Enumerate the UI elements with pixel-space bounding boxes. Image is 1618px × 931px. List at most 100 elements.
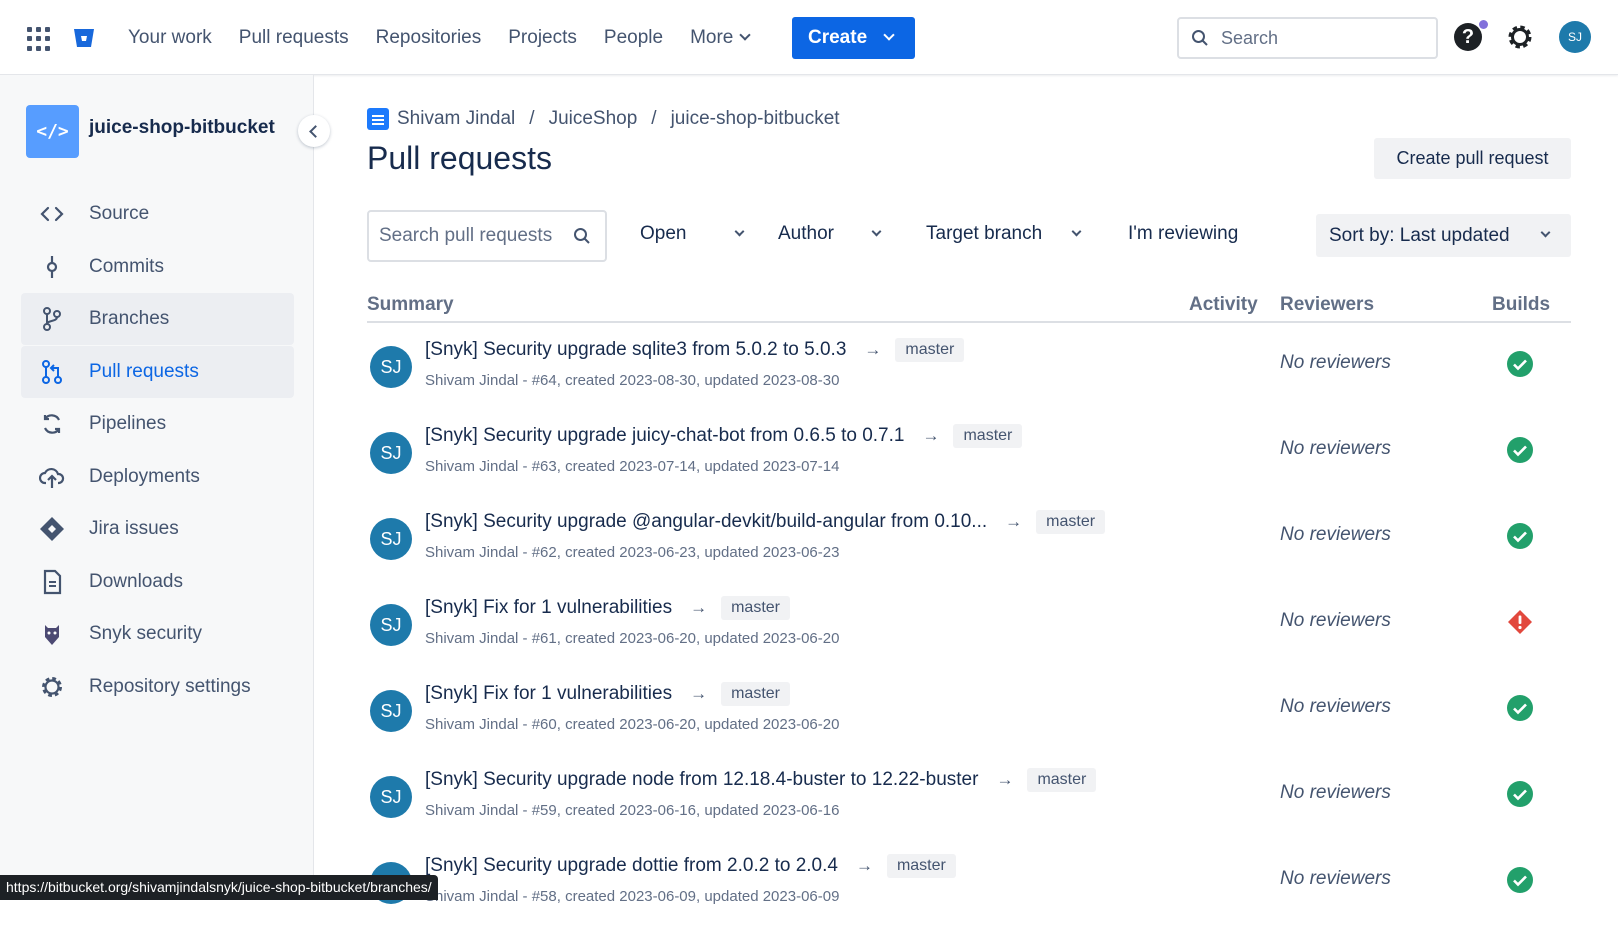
sidebar-item-snyk-security[interactable]: Snyk security: [21, 608, 294, 660]
chevron-down-icon: [1072, 226, 1082, 237]
jira-icon: [39, 516, 65, 542]
search-placeholder: Search pull requests: [379, 225, 553, 246]
pull-request-title[interactable]: [Snyk] Security upgrade dottie from 2.0.…: [425, 855, 838, 877]
sidebar-item-branches[interactable]: Branches: [21, 293, 294, 345]
collapse-sidebar-button[interactable]: [298, 115, 330, 147]
arrow-right-icon: →: [690, 598, 708, 617]
sidebar-item-jira-issues[interactable]: Jira issues: [21, 503, 294, 555]
arrow-right-icon: →: [996, 770, 1014, 789]
sidebar-item-label: Jira issues: [89, 518, 179, 539]
author-filter-label: Author: [778, 223, 834, 244]
global-search-input[interactable]: Search: [1177, 17, 1438, 59]
sidebar-item-source[interactable]: Source: [21, 188, 294, 240]
breadcrumb-workspace[interactable]: Shivam Jindal: [397, 108, 515, 130]
settings-gear-icon[interactable]: [1505, 22, 1535, 52]
pull-request-title[interactable]: [Snyk] Security upgrade @angular-devkit/…: [425, 511, 987, 533]
workspace-icon: [367, 108, 389, 130]
sidebar-item-downloads[interactable]: Downloads: [21, 556, 294, 608]
author-avatar[interactable]: SJ: [370, 776, 412, 818]
table-row[interactable]: SJ [Snyk] Security upgrade dottie from 2…: [367, 845, 1571, 931]
target-branch-filter-dropdown[interactable]: Target branch: [926, 223, 1082, 245]
filter-bar: Search pull requests Open Author Target …: [367, 210, 1571, 262]
reviewers-value: No reviewers: [1280, 438, 1391, 459]
sidebar-item-repository-settings[interactable]: Repository settings: [21, 661, 294, 713]
repository-name[interactable]: juice-shop-bitbucket: [89, 117, 275, 139]
nav-your-work[interactable]: Your work: [128, 24, 212, 52]
pull-request-title[interactable]: [Snyk] Security upgrade juicy-chat-bot f…: [425, 425, 904, 447]
create-pull-request-button[interactable]: Create pull request: [1374, 138, 1571, 179]
reviewers-value: No reviewers: [1280, 868, 1391, 889]
build-success-icon[interactable]: [1506, 694, 1534, 722]
target-branch-badge[interactable]: master: [886, 854, 956, 878]
build-success-icon[interactable]: [1506, 866, 1534, 894]
column-builds: Builds: [1492, 294, 1551, 315]
target-branch-badge[interactable]: master: [953, 424, 1023, 448]
reviewers-value: No reviewers: [1280, 696, 1391, 717]
build-success-icon[interactable]: [1506, 436, 1534, 464]
help-icon[interactable]: ?: [1454, 23, 1482, 51]
table-header: Summary Activity Reviewers Builds: [367, 290, 1571, 323]
table-row[interactable]: SJ [Snyk] Security upgrade node from 12.…: [367, 759, 1571, 845]
sidebar-item-pipelines[interactable]: Pipelines: [21, 398, 294, 450]
table-row[interactable]: SJ [Snyk] Security upgrade sqlite3 from …: [367, 329, 1571, 415]
nav-repositories[interactable]: Repositories: [376, 24, 482, 52]
sort-dropdown[interactable]: Sort by: Last updated: [1316, 214, 1571, 257]
sidebar-item-commits[interactable]: Commits: [21, 241, 294, 293]
author-avatar[interactable]: SJ: [370, 432, 412, 474]
im-reviewing-toggle[interactable]: I'm reviewing: [1128, 223, 1238, 245]
pull-request-title[interactable]: [Snyk] Security upgrade sqlite3 from 5.0…: [425, 339, 846, 361]
profile-avatar[interactable]: SJ: [1559, 21, 1591, 53]
breadcrumb-project[interactable]: JuiceShop: [549, 108, 638, 130]
author-avatar[interactable]: SJ: [370, 690, 412, 732]
target-branch-badge[interactable]: master: [1036, 510, 1106, 534]
author-avatar[interactable]: SJ: [370, 604, 412, 646]
nav-projects[interactable]: Projects: [508, 24, 577, 52]
sidebar-item-label: Pull requests: [89, 360, 199, 382]
table-row[interactable]: SJ [Snyk] Fix for 1 vulnerabilities → ma…: [367, 673, 1571, 759]
sidebar-item-pull-requests[interactable]: Pull requests: [21, 345, 294, 398]
sidebar-item-label: Repository settings: [89, 675, 251, 697]
arrow-right-icon: →: [855, 856, 873, 875]
table-row[interactable]: SJ [Snyk] Security upgrade @angular-devk…: [367, 501, 1571, 587]
build-success-icon[interactable]: [1506, 522, 1534, 550]
pull-request-meta: Shivam Jindal - #60, created 2023-06-20,…: [425, 716, 840, 733]
author-avatar[interactable]: SJ: [370, 346, 412, 388]
sidebar-item-label: Source: [89, 203, 150, 224]
nav-people[interactable]: People: [604, 24, 663, 52]
build-failed-icon[interactable]: [1506, 608, 1534, 636]
pull-request-icon: [39, 359, 65, 385]
build-success-icon[interactable]: [1506, 780, 1534, 808]
create-button[interactable]: Create: [792, 17, 915, 59]
column-reviewers: Reviewers: [1280, 294, 1375, 315]
target-branch-badge[interactable]: master: [1027, 768, 1097, 792]
author-filter-dropdown[interactable]: Author: [778, 223, 882, 245]
search-icon: [1192, 30, 1208, 46]
target-branch-badge[interactable]: master: [721, 682, 790, 706]
target-branch-badge[interactable]: master: [721, 596, 790, 620]
pull-request-title[interactable]: [Snyk] Fix for 1 vulnerabilities: [425, 683, 672, 705]
pull-request-title[interactable]: [Snyk] Fix for 1 vulnerabilities: [425, 597, 672, 619]
breadcrumb-repository[interactable]: juice-shop-bitbucket: [671, 108, 840, 130]
app-switcher-icon[interactable]: [27, 27, 51, 51]
cloud-upload-icon: [38, 464, 65, 490]
breadcrumb-separator: /: [651, 108, 657, 129]
repository-avatar[interactable]: </>: [26, 105, 79, 158]
pull-request-search-input[interactable]: Search pull requests: [367, 210, 607, 262]
nav-pull-requests[interactable]: Pull requests: [239, 24, 349, 52]
sidebar-item-deployments[interactable]: Deployments: [21, 451, 294, 503]
search-placeholder: Search: [1221, 27, 1279, 48]
sidebar-menu: Source Commits Branches Pull requests Pi…: [21, 188, 294, 713]
create-button-label: Create: [808, 27, 868, 48]
build-success-icon[interactable]: [1506, 350, 1534, 378]
sidebar-item-label: Deployments: [89, 465, 200, 487]
table-row[interactable]: SJ [Snyk] Security upgrade juicy-chat-bo…: [367, 415, 1571, 501]
bitbucket-logo[interactable]: [72, 26, 96, 50]
target-branch-badge[interactable]: master: [895, 338, 965, 362]
author-avatar[interactable]: SJ: [370, 518, 412, 560]
pull-request-title[interactable]: [Snyk] Security upgrade node from 12.18.…: [425, 769, 978, 791]
table-row[interactable]: SJ [Snyk] Fix for 1 vulnerabilities → ma…: [367, 587, 1571, 673]
nav-more[interactable]: More: [690, 24, 749, 52]
pull-request-meta: Shivam Jindal - #64, created 2023-08-30,…: [425, 372, 840, 389]
breadcrumb: Shivam Jindal / JuiceShop / juice-shop-b…: [367, 108, 840, 130]
state-filter-dropdown[interactable]: Open: [640, 223, 745, 245]
